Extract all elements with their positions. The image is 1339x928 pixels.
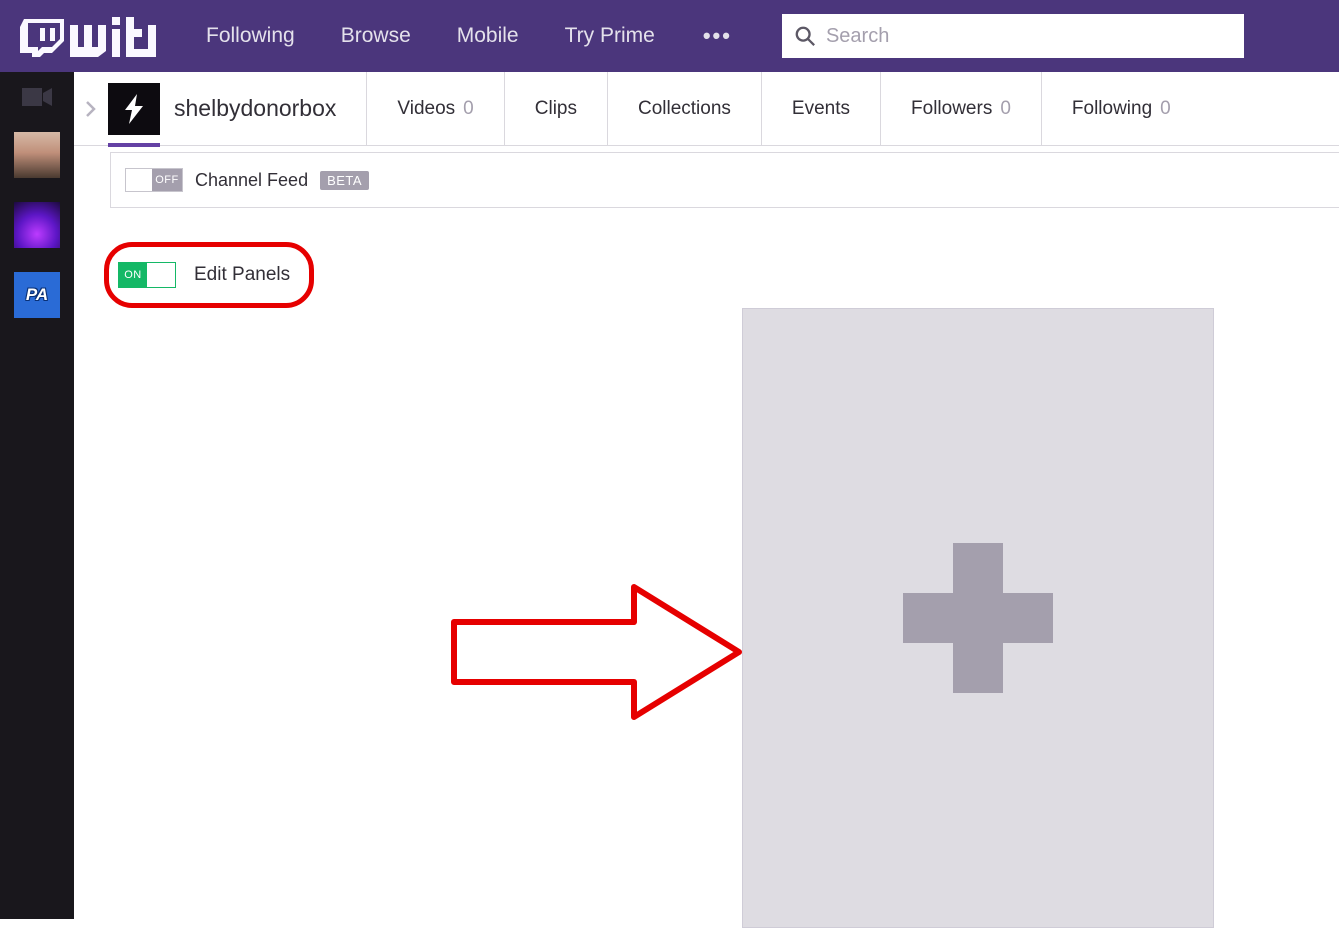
sidebar-channel-2[interactable] xyxy=(14,202,60,248)
nav-more-icon[interactable]: ••• xyxy=(703,23,732,49)
annotation-arrow-icon xyxy=(434,572,754,732)
nav-following[interactable]: Following xyxy=(206,24,295,48)
channel-bar: shelbydonorbox Videos 0 Clips Collection… xyxy=(74,72,1339,146)
tab-collections[interactable]: Collections xyxy=(607,72,761,145)
tab-videos-count: 0 xyxy=(463,98,474,120)
beta-badge: BETA xyxy=(320,171,369,190)
nav-mobile[interactable]: Mobile xyxy=(457,24,519,48)
top-nav: Following Browse Mobile Try Prime ••• xyxy=(0,0,1339,72)
tab-following[interactable]: Following 0 xyxy=(1041,72,1201,145)
main-content: shelbydonorbox Videos 0 Clips Collection… xyxy=(74,72,1339,919)
tab-followers[interactable]: Followers 0 xyxy=(880,72,1041,145)
edit-panels-toggle[interactable]: ON xyxy=(118,262,176,288)
search-icon xyxy=(794,25,816,47)
channel-feed-strip: OFF Channel Feed BETA xyxy=(110,152,1339,208)
nav-links: Following Browse Mobile Try Prime ••• xyxy=(206,23,732,49)
sidebar-channel-1[interactable] xyxy=(14,132,60,178)
search-box[interactable] xyxy=(782,14,1244,58)
plus-icon xyxy=(903,543,1053,693)
twitch-logo[interactable] xyxy=(18,13,156,59)
tab-following-count: 0 xyxy=(1160,98,1171,120)
tab-videos[interactable]: Videos 0 xyxy=(366,72,503,145)
channel-feed-toggle-label: OFF xyxy=(152,169,182,191)
tab-followers-label: Followers xyxy=(911,98,992,120)
camera-icon[interactable] xyxy=(22,86,52,108)
sidebar: PA xyxy=(0,72,74,919)
channel-feed-toggle[interactable]: OFF xyxy=(125,168,183,192)
nav-browse[interactable]: Browse xyxy=(341,24,411,48)
channel-feed-label: Channel Feed xyxy=(195,170,308,191)
tab-clips-label: Clips xyxy=(535,98,577,120)
tab-following-label: Following xyxy=(1072,98,1152,120)
channel-avatar[interactable] xyxy=(108,83,160,135)
nav-try-prime[interactable]: Try Prime xyxy=(565,24,655,48)
tab-events-label: Events xyxy=(792,98,850,120)
tab-videos-label: Videos xyxy=(397,98,455,120)
edit-panels-toggle-label: ON xyxy=(119,263,147,287)
sidebar-channel-3[interactable]: PA xyxy=(14,272,60,318)
tab-clips[interactable]: Clips xyxy=(504,72,607,145)
edit-panels-section: ON Edit Panels xyxy=(110,248,308,302)
edit-panels-label: Edit Panels xyxy=(194,264,290,286)
tab-followers-count: 0 xyxy=(1000,98,1011,120)
search-input[interactable] xyxy=(826,25,1232,48)
channel-username[interactable]: shelbydonorbox xyxy=(174,95,366,122)
sidebar-channel-3-label: PA xyxy=(26,285,48,305)
tab-events[interactable]: Events xyxy=(761,72,880,145)
collapse-chevron-icon[interactable] xyxy=(74,72,108,145)
lightning-icon xyxy=(117,92,151,126)
add-panel-placeholder[interactable] xyxy=(742,308,1214,928)
tab-collections-label: Collections xyxy=(638,98,731,120)
